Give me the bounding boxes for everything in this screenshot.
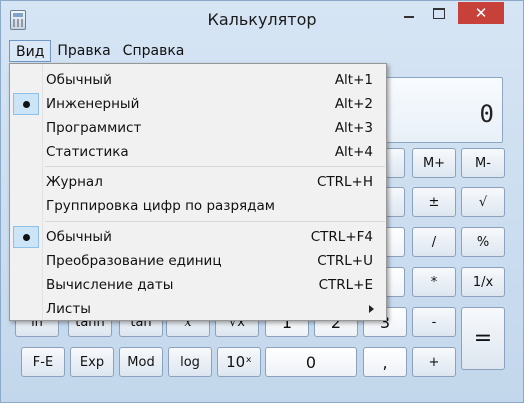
menu-item-label: Листы [46, 301, 91, 317]
menu-item-label: Обычный [46, 229, 112, 245]
key-sqrt[interactable]: √ [461, 187, 505, 217]
menu-item-shortcut: CTRL+E [318, 277, 373, 293]
menu-item-standard[interactable]: Обычный Alt+1 [10, 68, 386, 92]
menu-item-digit-grouping[interactable]: Группировка цифр по разрядам [10, 194, 386, 218]
menu-item-label: Группировка цифр по разрядам [46, 198, 275, 214]
key-ten-pow-x[interactable]: 10ˣ [217, 347, 261, 377]
key-log[interactable]: log [168, 347, 212, 377]
menu-item-label: Преобразование единиц [46, 253, 222, 269]
key-exp[interactable]: Exp [70, 347, 114, 377]
menu-edit[interactable]: Правка [51, 40, 116, 62]
view-menu-dropdown: Обычный Alt+1 Инженерный Alt+2 Программи… [9, 63, 387, 321]
radio-check-icon [13, 226, 39, 248]
key-fe[interactable]: F-E [21, 347, 65, 377]
submenu-arrow-icon [369, 305, 374, 313]
menu-item-statistics[interactable]: Статистика Alt+4 [10, 140, 386, 164]
calculator-window: Калькулятор ✕ Вид Правка Справка 0 S M+ … [0, 0, 524, 403]
menu-item-label: Программист [46, 120, 142, 136]
key-plus-minus[interactable]: ± [412, 187, 456, 217]
menu-separator [45, 166, 385, 167]
menu-item-shortcut: CTRL+H [316, 174, 373, 190]
menu-item-label: Статистика [46, 144, 129, 160]
menu-item-programmer[interactable]: Программист Alt+3 [10, 116, 386, 140]
key-equals[interactable]: = [461, 307, 505, 370]
menu-item-shortcut: CTRL+F4 [310, 229, 373, 245]
menu-item-worksheets[interactable]: Листы [10, 297, 386, 321]
menu-help[interactable]: Справка [117, 40, 191, 62]
maximize-button[interactable] [426, 2, 452, 24]
minimize-button[interactable] [396, 2, 422, 24]
key-comma[interactable]: , [363, 347, 407, 377]
menu-bar: Вид Правка Справка [9, 40, 190, 62]
key-multiply[interactable]: * [412, 267, 456, 297]
menu-item-label: Обычный [46, 72, 112, 88]
key-mod[interactable]: Mod [119, 347, 163, 377]
key-memory-plus[interactable]: M+ [412, 148, 456, 178]
menu-item-basic[interactable]: Обычный CTRL+F4 [10, 225, 386, 249]
key-memory-minus[interactable]: M- [461, 148, 505, 178]
menu-item-date-calculation[interactable]: Вычисление даты CTRL+E [10, 273, 386, 297]
menu-item-label: Инженерный [46, 96, 140, 112]
menu-separator [45, 221, 385, 222]
menu-item-history[interactable]: Журнал CTRL+H [10, 170, 386, 194]
title-bar[interactable]: Калькулятор ✕ [1, 1, 523, 39]
key-percent[interactable]: % [461, 227, 505, 257]
menu-view[interactable]: Вид [9, 40, 52, 62]
menu-item-unit-conversion[interactable]: Преобразование единиц CTRL+U [10, 249, 386, 273]
menu-item-shortcut: CTRL+U [317, 253, 373, 269]
menu-item-shortcut: Alt+1 [334, 72, 373, 88]
key-zero[interactable]: 0 [265, 347, 357, 377]
menu-item-scientific[interactable]: Инженерный Alt+2 [10, 92, 386, 116]
menu-item-shortcut: Alt+2 [334, 96, 373, 112]
menu-item-label: Вычисление даты [46, 277, 174, 293]
key-minus[interactable]: - [412, 307, 456, 337]
key-reciprocal[interactable]: 1/x [461, 267, 505, 297]
close-button[interactable]: ✕ [458, 2, 504, 24]
display-value: 0 [479, 100, 494, 128]
menu-item-shortcut: Alt+3 [334, 120, 373, 136]
radio-check-icon [13, 93, 39, 115]
menu-item-label: Журнал [46, 174, 103, 190]
key-plus[interactable]: + [412, 347, 456, 377]
menu-item-shortcut: Alt+4 [334, 144, 373, 160]
key-divide[interactable]: / [412, 227, 456, 257]
